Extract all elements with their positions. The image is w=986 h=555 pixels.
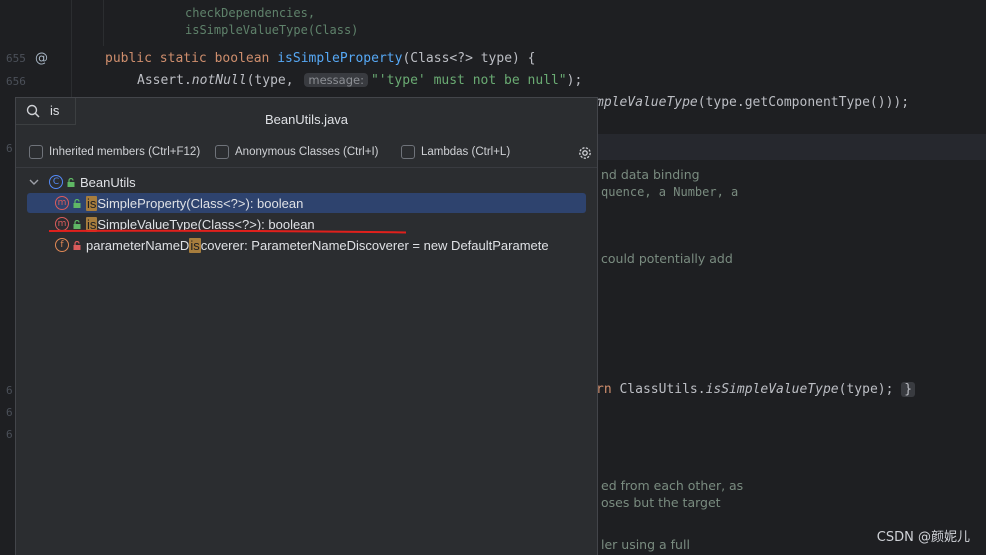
method-icon: m (55, 196, 69, 210)
folded-block[interactable]: } (901, 382, 916, 397)
anonymous-classes-checkbox[interactable]: Anonymous Classes (Ctrl+I) (215, 145, 378, 159)
code-token: (type); (838, 382, 894, 397)
code-line[interactable]: rn ClassUtils.isSimpleValueType(type); } (596, 382, 916, 397)
keyword: rn (596, 382, 612, 397)
javadoc-text: nd data binding (601, 167, 700, 182)
javadoc-text: could potentially add (601, 251, 733, 266)
checkbox[interactable] (215, 145, 229, 159)
javadoc-text: ler using a full (601, 537, 690, 552)
tree-item-issimpleproperty[interactable]: m is SimpleProperty(Class<?>): boolean (27, 193, 586, 213)
search-match: is (189, 237, 201, 253)
line-number: 6 (6, 406, 13, 419)
search-match: is (86, 195, 98, 211)
code-token: ); (566, 73, 583, 88)
code-token: (type, (246, 73, 302, 88)
member-signature-prefix: parameterNameD (86, 237, 190, 253)
javadoc-text: oses but the target (601, 495, 721, 510)
method-name: isSimpleProperty (277, 51, 403, 66)
field-icon: f (55, 238, 69, 252)
code-token: Assert. (137, 73, 192, 88)
override-marker-icon[interactable]: @ (35, 51, 48, 66)
public-access-icon (73, 198, 81, 208)
signature-params: (Class<?> type) { (402, 51, 536, 66)
red-underline-annotation (49, 229, 406, 234)
public-access-icon (67, 177, 75, 187)
code-token: (type.getComponentType())); (697, 95, 910, 110)
chevron-down-icon[interactable] (27, 175, 41, 189)
line-number: 655 (6, 52, 26, 65)
keyword: boolean (214, 51, 270, 66)
line-number: 6 (6, 384, 13, 397)
javadoc-line: isSimpleValueType(Class) (185, 23, 359, 37)
popup-title: BeanUtils.java (264, 112, 349, 127)
javadoc-line: checkDependencies, (185, 6, 316, 20)
file-structure-popup: is BeanUtils.java Inherited members (Ctr… (15, 97, 598, 555)
checkbox[interactable] (401, 145, 415, 159)
code-token: ClassUtils. (611, 382, 706, 397)
javadoc-text: quence, a Number, a (601, 185, 739, 199)
class-icon: C (49, 175, 63, 189)
options-bar: Inherited members (Ctrl+F12) Anonymous C… (16, 143, 597, 167)
string-literal: "'type' must not be null" (370, 73, 567, 88)
line-number: 6 (6, 142, 13, 155)
checkbox-label: Inherited members (Ctrl+F12) (49, 146, 201, 158)
private-access-icon (73, 240, 81, 250)
assert-statement[interactable]: Assert.notNull(type, message: "'type' mus… (137, 73, 582, 88)
inherited-members-checkbox[interactable]: Inherited members (Ctrl+F12) (29, 145, 200, 159)
member-signature: SimpleProperty(Class<?>): boolean (97, 195, 304, 211)
method-signature[interactable]: public static boolean isSimpleProperty(C… (105, 51, 536, 66)
watermark: CSDN @颜妮儿 (876, 530, 970, 545)
tree-root-beanutils[interactable]: C BeanUtils (27, 172, 586, 192)
line-number: 656 (6, 75, 26, 88)
javadoc-text: ed from each other, as (601, 478, 744, 493)
line-number: 6 (6, 428, 13, 441)
checkbox-label: Anonymous Classes (Ctrl+I) (235, 146, 379, 158)
checkbox-label: Lambdas (Ctrl+L) (421, 146, 511, 158)
keyword: public (105, 51, 152, 66)
code-token: notNull (191, 73, 247, 88)
indent-guide (103, 0, 104, 46)
public-access-icon (73, 219, 81, 229)
tree-item-parameternamediscoverer[interactable]: f parameterNameD is coverer: ParameterName… (27, 235, 586, 255)
lambdas-checkbox[interactable]: Lambdas (Ctrl+L) (401, 145, 510, 159)
method-call: isSimpleValueType (705, 382, 839, 397)
checkbox[interactable] (29, 145, 43, 159)
member-signature: coverer: ParameterNameDiscoverer = new D… (200, 237, 549, 253)
gear-icon[interactable] (577, 145, 593, 161)
parameter-hint: message: (304, 73, 368, 87)
divider (16, 167, 597, 168)
code-token: mpleValueType (596, 95, 698, 110)
keyword: static (159, 51, 207, 66)
return-statement-tail[interactable]: mpleValueType(type.getComponentType())); (596, 95, 909, 110)
class-name: BeanUtils (80, 174, 136, 190)
